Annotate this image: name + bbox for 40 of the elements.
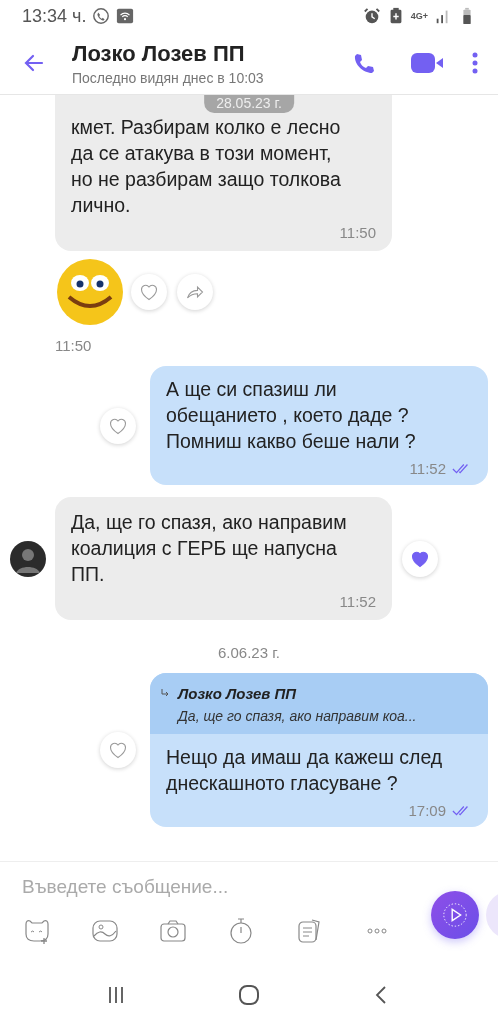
heart-icon xyxy=(139,282,159,302)
share-button[interactable] xyxy=(177,274,213,310)
smiley-sticker xyxy=(55,257,125,327)
quoted-author: Лозко Лозев ПП xyxy=(178,685,298,702)
message-text: Да, ще го спазя, ако направим коалиция с ГЕРБ ще напусна ПП. xyxy=(71,510,348,587)
more-icon[interactable] xyxy=(472,51,478,75)
home-icon[interactable] xyxy=(237,983,261,1007)
phone-icon[interactable] xyxy=(352,51,376,75)
date-label: 6.06.23 г. xyxy=(218,644,280,661)
message-bubble[interactable]: Лозко Лозев ПП Да, ще го спазя, ако направим коа... Нещо да имаш да кажеш след днескашното гласуване ? 17:09 xyxy=(150,673,488,827)
avatar[interactable] xyxy=(9,540,46,577)
message-text: кмет. Разбирам колко е лесно да се атакува в този момент, но не разбирам защо толкова лично. xyxy=(71,115,342,218)
last-seen: Последно видян днес в 10:03 xyxy=(72,69,265,86)
like-button[interactable] xyxy=(131,274,167,310)
quoted-text: Да, ще го спазя, ако направим коа... xyxy=(178,708,417,724)
alarm-icon xyxy=(362,7,381,25)
heart-icon xyxy=(108,740,128,760)
quoted-message[interactable]: Лозко Лозев ПП Да, ще го спазя, ако направим коа... xyxy=(150,673,488,734)
status-time: 13:34 ч. xyxy=(22,5,87,27)
reply-arrow-icon xyxy=(160,688,170,698)
video-camera-icon[interactable] xyxy=(410,51,444,75)
message-bubble[interactable]: А ще си спазиш ли обещанието , което даде ? Помниш какво беше нали ? 11:52 xyxy=(150,366,488,485)
message-time: 11:50 xyxy=(339,224,376,241)
message-bubble[interactable]: Да, ще го спазя, ако направим коалиция с ГЕРБ ще напусна ПП. 11:52 xyxy=(55,497,392,620)
message-time: 17:09 xyxy=(408,802,446,819)
play-icon xyxy=(441,901,469,929)
wifi-icon xyxy=(116,7,135,25)
message-text: Нещо да имаш да кажеш след днескашното гласуване ? xyxy=(166,745,444,796)
message-time: 11:50 xyxy=(55,337,93,354)
contact-name: Лозко Лозев ПП xyxy=(72,40,246,67)
message-time: 11:52 xyxy=(409,460,446,477)
video-message-button[interactable] xyxy=(431,891,479,939)
message-text: А ще си спазиш ли обещанието , което даде ? Помниш какво беше нали ? xyxy=(166,377,417,454)
phone-bubble-icon xyxy=(92,7,111,25)
message-input[interactable]: Въведете съобщение... xyxy=(22,876,402,898)
like-button[interactable] xyxy=(100,732,136,768)
like-button[interactable] xyxy=(100,407,136,444)
message-time: 11:52 xyxy=(339,593,376,610)
like-button[interactable] xyxy=(402,540,438,577)
network-type: 4G+ xyxy=(410,11,428,21)
